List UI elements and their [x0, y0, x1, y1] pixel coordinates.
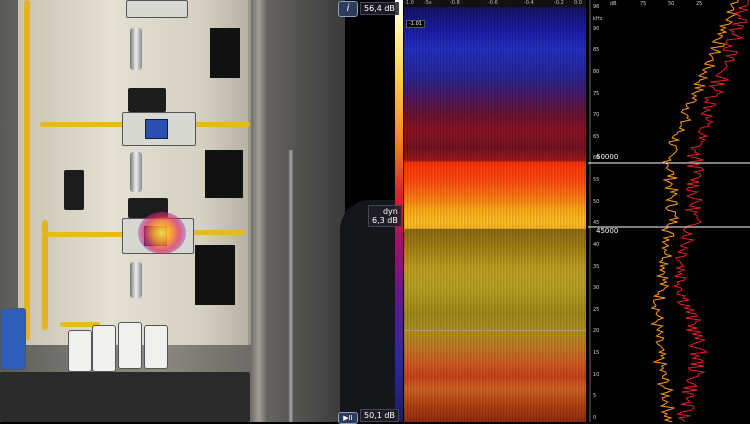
- filter-unit: [144, 325, 168, 369]
- yellow-hose-left: [24, 0, 30, 340]
- filter-unit: [118, 322, 142, 369]
- frequency-tick: 75: [593, 90, 600, 97]
- fittings: [205, 150, 243, 198]
- yellow-hose: [40, 122, 130, 127]
- spectrum-trace-red: [673, 0, 749, 422]
- frequency-tick: 70: [593, 112, 600, 119]
- frequency-tick: 5: [593, 393, 597, 400]
- cylinder: [130, 262, 142, 298]
- info-icon: i: [346, 3, 350, 14]
- info-button[interactable]: i: [338, 1, 358, 17]
- spectrogram-gridline: [404, 330, 586, 331]
- scale-max-label: 56,4 dB: [360, 2, 399, 15]
- frequency-tick: 80: [593, 68, 600, 75]
- frequency-tick: 0: [593, 415, 597, 421]
- person-silhouette: [340, 200, 400, 422]
- frequency-tick: 15: [593, 350, 600, 357]
- profile-plot: [588, 0, 750, 422]
- frequency-tick: 85: [593, 47, 600, 54]
- frequency-tick: 96: [593, 4, 600, 10]
- frequency-tick: 20: [593, 328, 600, 335]
- dyn-label: dyn: [382, 207, 398, 216]
- profile-db-label: dB: [610, 1, 617, 7]
- time-tick: -0.6: [488, 0, 498, 6]
- time-tick: -0.8: [450, 0, 460, 6]
- frequency-tick: 10: [593, 371, 600, 378]
- profile-unit: kHz: [593, 16, 603, 22]
- solenoid-block: [128, 88, 166, 112]
- dynamic-range-control[interactable]: dyn 6,3 dB: [368, 205, 402, 227]
- frequency-tick: 50: [593, 198, 600, 205]
- filter-unit: [92, 325, 116, 372]
- spectrogram-tag: -1.01: [406, 20, 425, 28]
- frequency-tick: 35: [593, 263, 600, 270]
- lower-machinery: [0, 372, 250, 422]
- cylinder: [130, 152, 142, 192]
- yellow-hose: [190, 230, 245, 235]
- spectrogram[interactable]: -1.01: [404, 7, 586, 422]
- band-upper-label: 60000: [596, 153, 619, 161]
- valve-top: [126, 0, 188, 18]
- camera-view: [0, 0, 345, 422]
- yellow-hose: [190, 122, 250, 127]
- acoustic-hotspot: [138, 212, 186, 254]
- profile-db-tick: 50: [668, 1, 675, 7]
- yellow-hose: [42, 232, 132, 237]
- time-tick: -0.4: [524, 0, 534, 6]
- frequency-tick: 90: [593, 25, 600, 32]
- time-tick: -0.2: [554, 0, 564, 6]
- time-tick: -5s: [424, 0, 432, 6]
- blue-regulator: [0, 308, 26, 370]
- profile-db-tick: 75: [640, 1, 647, 7]
- support-pole: [288, 150, 294, 422]
- cylinder: [130, 28, 142, 70]
- time-tick: 0.0: [574, 0, 582, 6]
- frequency-profile[interactable]: dB 75 50 25 kHz 96 90 85 80 75 70 65 60 55 50 45 40…: [588, 0, 750, 422]
- profile-db-tick: 25: [696, 1, 703, 7]
- frequency-tick: 25: [593, 306, 600, 313]
- frequency-tick: 40: [593, 241, 600, 248]
- frequency-tick: 30: [593, 285, 600, 292]
- time-tick: -1.0: [404, 0, 414, 6]
- play-pause-icon: ▶II: [343, 414, 353, 422]
- fittings: [210, 28, 240, 78]
- fittings: [195, 245, 235, 305]
- scale-min-label: 50,1 dB: [360, 409, 399, 422]
- spectrogram-texture: [404, 7, 586, 422]
- play-pause-button[interactable]: ▶II: [338, 412, 358, 424]
- valve-upper: [122, 112, 196, 146]
- machine-frame: [250, 0, 268, 422]
- frequency-tick: 55: [593, 177, 600, 184]
- frequency-tick: 65: [593, 133, 600, 140]
- sensor-block: [64, 170, 84, 210]
- band-lower-label: 45000: [596, 227, 619, 235]
- filter-unit: [68, 330, 92, 372]
- frequency-tick: 45: [593, 220, 600, 227]
- dyn-value: 6,3 dB: [372, 216, 398, 225]
- spectrogram-time-axis: -1.0 -5s -0.8 -0.6 -0.4 -0.2 0.0: [404, 0, 586, 7]
